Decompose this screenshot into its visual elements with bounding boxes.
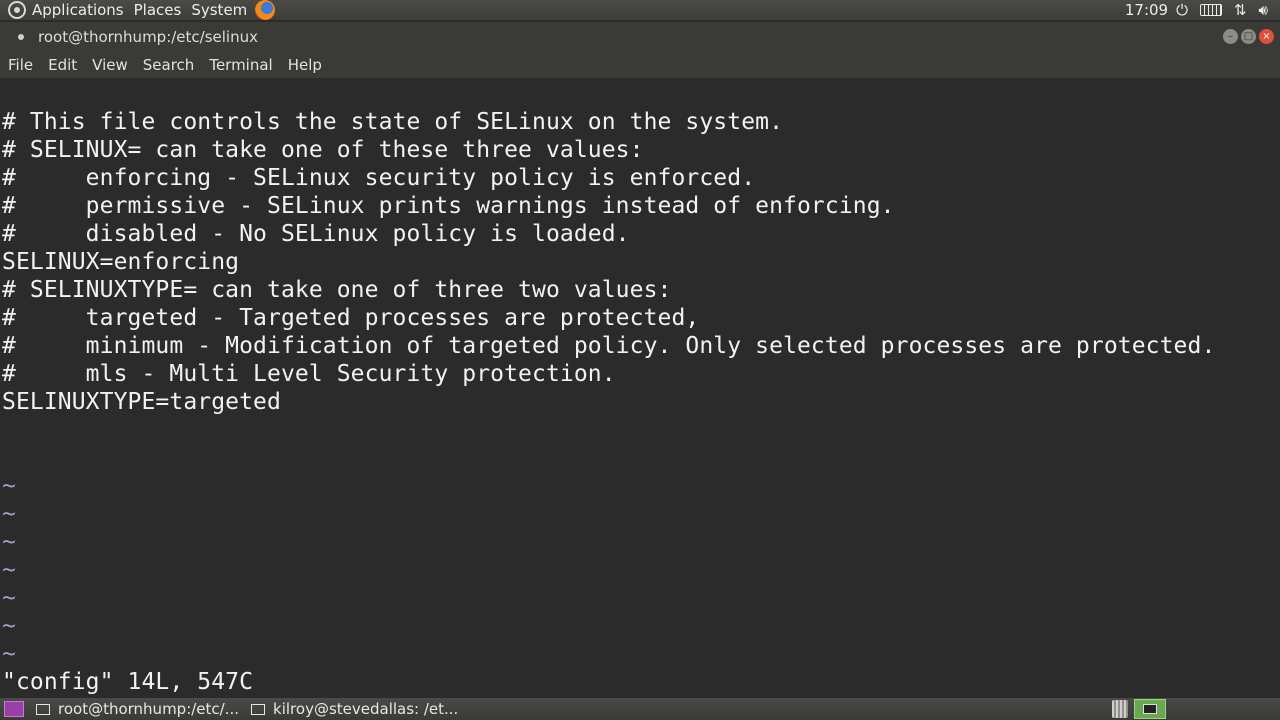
terminal-line: # minimum - Modification of targeted pol… (2, 333, 1216, 359)
power-icon[interactable]: ⏻ (1176, 1, 1188, 19)
terminal-line: # targeted - Targeted processes are prot… (2, 305, 700, 331)
bottom-taskbar: root@thornhump:/etc/... kilroy@stevedall… (0, 698, 1280, 720)
volume-icon[interactable]: 🔊︎ (1259, 1, 1268, 19)
terminal-line: # SELINUXTYPE= can take one of three two… (2, 277, 672, 303)
firefox-icon[interactable] (255, 0, 276, 20)
menu-view[interactable]: View (92, 56, 128, 74)
taskbar-item-label: kilroy@stevedallas: /et... (273, 700, 459, 718)
places-menu[interactable]: Places (134, 0, 182, 20)
empty-line-marker: ~ (2, 585, 16, 611)
empty-line-marker: ~ (2, 501, 16, 527)
menu-terminal[interactable]: Terminal (209, 56, 272, 74)
show-desktop-icon[interactable] (4, 701, 24, 717)
menu-help[interactable]: Help (288, 56, 322, 74)
top-panel: Applications Places System 17:09 ⏻ ⇅ 🔊︎ (0, 0, 1280, 20)
taskbar-item-root-terminal[interactable]: root@thornhump:/etc/... (36, 700, 239, 718)
menu-search[interactable]: Search (143, 56, 195, 74)
empty-line-marker: ~ (2, 641, 16, 667)
trash-icon[interactable] (1112, 700, 1128, 718)
network-icon[interactable]: ⇅ (1234, 1, 1247, 19)
terminal-line: # enforcing - SELinux security policy is… (2, 165, 756, 191)
terminal-menubar: File Edit View Search Terminal Help (0, 52, 1280, 78)
applications-menu[interactable]: Applications (32, 0, 124, 20)
terminal-line: # permissive - SELinux prints warnings i… (2, 193, 895, 219)
gnome-menu-icon[interactable] (8, 1, 26, 19)
system-menu[interactable]: System (191, 0, 247, 20)
clock[interactable]: 17:09 (1125, 1, 1168, 19)
terminal-icon (1143, 704, 1157, 714)
terminal-line: # mls - Multi Level Security protection. (2, 361, 616, 387)
taskbar-item-kilroy-terminal[interactable]: kilroy@stevedallas: /et... (251, 700, 458, 718)
empty-line-marker: ~ (2, 473, 16, 499)
window-titlebar[interactable]: root@thornhump:/etc/selinux – □ × (0, 22, 1280, 52)
window-title: root@thornhump:/etc/selinux (38, 28, 258, 46)
menu-edit[interactable]: Edit (48, 56, 77, 74)
maximize-button[interactable]: □ (1241, 29, 1256, 44)
close-button[interactable]: × (1259, 29, 1274, 44)
window-controls: – □ × (1223, 29, 1274, 44)
menu-file[interactable]: File (8, 56, 33, 74)
terminal-line: # This file controls the state of SELinu… (2, 109, 784, 135)
terminal-window-icon (36, 703, 50, 715)
window-menu-icon[interactable] (18, 34, 24, 40)
empty-line-marker: ~ (2, 557, 16, 583)
keyboard-icon[interactable] (1199, 4, 1222, 16)
workspace-switcher[interactable] (1134, 699, 1166, 719)
minimize-button[interactable]: – (1223, 29, 1238, 44)
vim-status-line: "config" 14L, 547C (2, 669, 254, 695)
terminal-view[interactable]: # This file controls the state of SELinu… (0, 78, 1280, 698)
terminal-line: # disabled - No SELinux policy is loaded… (2, 221, 630, 247)
terminal-line: SELINUXTYPE=targeted (2, 389, 281, 415)
terminal-line: # SELINUX= can take one of these three v… (2, 137, 644, 163)
taskbar-item-label: root@thornhump:/etc/... (58, 700, 240, 718)
empty-line-marker: ~ (2, 529, 16, 555)
terminal-line: SELINUX=enforcing (2, 249, 240, 275)
empty-line-marker: ~ (2, 613, 16, 639)
terminal-window-icon (251, 703, 266, 715)
